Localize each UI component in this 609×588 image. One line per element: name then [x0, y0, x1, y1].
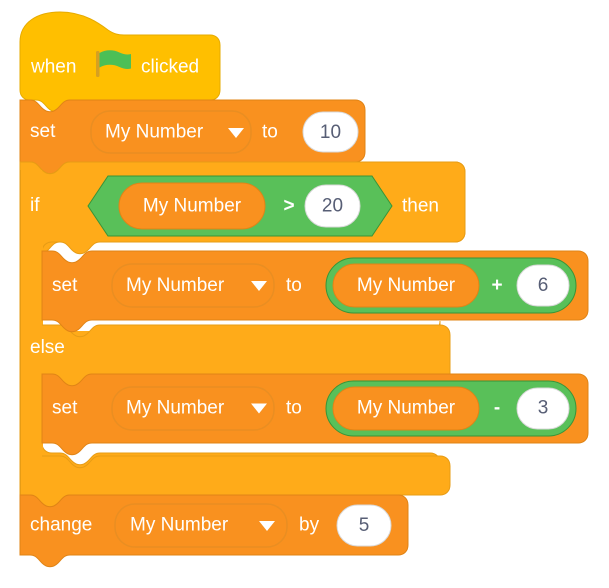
variable-dropdown-label-3: My Number — [126, 398, 225, 419]
hat-block-when-flag-clicked[interactable]: when clicked — [19, 11, 221, 113]
number-input-condition[interactable]: 20 — [304, 184, 361, 228]
variable-dropdown-4[interactable]: My Number — [114, 503, 288, 548]
variable-dropdown-3[interactable]: My Number — [111, 386, 275, 431]
variable-dropdown-label-1: My Number — [105, 122, 204, 143]
set-label-3: set — [52, 398, 78, 419]
by-label: by — [299, 515, 320, 536]
number-input-value-add: 6 — [538, 275, 549, 296]
variable-reporter-label-add: My Number — [357, 275, 456, 296]
number-input-change[interactable]: 5 — [336, 504, 392, 547]
variable-reporter-my-number-condition[interactable]: My Number — [118, 182, 266, 230]
hat-block-label-clicked: clicked — [141, 57, 199, 78]
c-block-if-else[interactable]: if My Number > 20 then else — [19, 161, 466, 508]
stack-block-set-variable-3[interactable]: set My Number to My Number - 3 — [41, 373, 589, 456]
to-label-1: to — [262, 122, 278, 143]
operator-symbol-gt: > — [283, 196, 294, 217]
set-label-1: set — [30, 121, 56, 142]
reporter-block-add[interactable]: My Number + 6 — [325, 257, 577, 314]
variable-dropdown-1[interactable]: My Number — [90, 110, 252, 154]
variable-reporter-my-number-add[interactable]: My Number — [332, 263, 480, 308]
hat-block-label-when: when — [30, 57, 76, 78]
number-input-value-1: 10 — [320, 122, 341, 143]
operator-symbol-minus: - — [494, 398, 500, 419]
if-label: if — [30, 195, 40, 216]
set-label-2: set — [52, 275, 78, 296]
scratch-script: when clicked set My Number to 10 if My N… — [19, 11, 589, 568]
variable-reporter-label-subtract: My Number — [357, 398, 456, 419]
number-input-value-condition: 20 — [322, 196, 343, 217]
script-canvas: when clicked set My Number to 10 if My N… — [0, 0, 609, 588]
to-label-2: to — [286, 275, 302, 296]
stack-block-set-variable-2[interactable]: set My Number to My Number + 6 — [41, 250, 589, 333]
variable-dropdown-label-2: My Number — [126, 275, 225, 296]
variable-reporter-label-condition: My Number — [143, 196, 242, 217]
number-input-value-subtract: 3 — [538, 398, 549, 419]
change-label: change — [30, 515, 92, 536]
number-input-value-change: 5 — [359, 515, 370, 536]
then-label: then — [402, 196, 439, 217]
number-input-1[interactable]: 10 — [302, 111, 359, 153]
boolean-block-greater-than[interactable]: My Number > 20 — [87, 175, 393, 237]
stack-block-change-variable[interactable]: change My Number by 5 — [19, 494, 409, 568]
variable-reporter-my-number-subtract[interactable]: My Number — [332, 386, 480, 431]
else-label: else — [30, 337, 65, 358]
number-input-subtract[interactable]: 3 — [516, 387, 570, 430]
reporter-block-subtract[interactable]: My Number - 3 — [325, 380, 577, 437]
variable-dropdown-label-4: My Number — [130, 515, 229, 536]
variable-dropdown-2[interactable]: My Number — [111, 263, 275, 308]
operator-symbol-plus: + — [491, 275, 502, 296]
to-label-3: to — [286, 398, 302, 419]
number-input-add[interactable]: 6 — [516, 264, 570, 307]
